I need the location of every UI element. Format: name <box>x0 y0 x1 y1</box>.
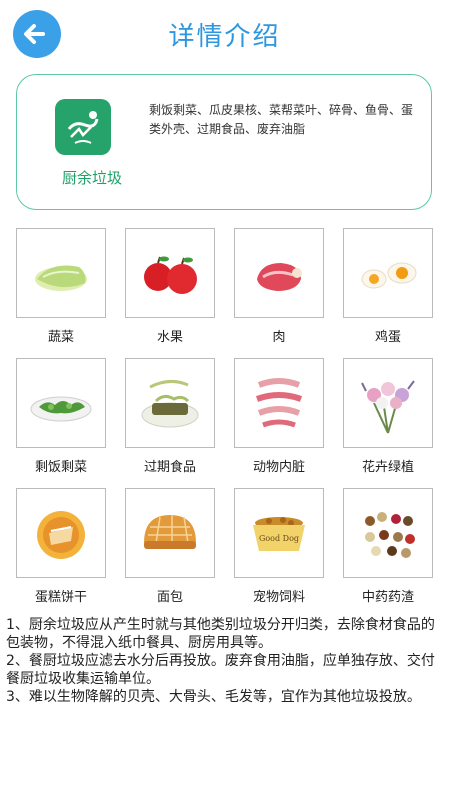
page-title: 详情介绍 <box>168 22 281 52</box>
note-3: 3、难以生物降解的贝壳、大骨头、毛发等，宜作为其他垃圾投放。 <box>6 689 421 705</box>
item-label: 剩饭剩菜 <box>34 460 87 475</box>
item-bread[interactable]: 面包 <box>125 488 215 605</box>
expired-food-icon <box>141 380 199 428</box>
category-name: 厨余垃圾 <box>61 169 122 187</box>
cake-icon <box>37 511 85 559</box>
apple-icon <box>144 256 197 294</box>
leftovers-icon <box>30 396 92 422</box>
pet-food-icon: Good Dog <box>253 517 305 551</box>
item-image: Good Dog <box>234 488 324 578</box>
pet-food-label: Good Dog <box>259 534 299 543</box>
egg-icon <box>361 262 417 289</box>
item-image <box>343 488 433 578</box>
item-label: 宠物饲料 <box>252 590 305 605</box>
note-2: 2、餐厨垃圾应滤去水分后再投放。废弃食用油脂，应单独存放、交付餐厨垃圾收集运输单… <box>6 653 435 687</box>
item-cake[interactable]: 蛋糕饼干 <box>16 488 106 605</box>
kitchen-waste-icon <box>55 99 111 155</box>
item-label: 蛋糕饼干 <box>34 590 87 605</box>
item-offal[interactable]: 动物内脏 <box>234 358 324 475</box>
item-label: 鸡蛋 <box>374 330 401 345</box>
flowers-icon <box>361 380 415 434</box>
item-image <box>16 488 106 578</box>
category-description: 剩饭剩菜、瓜皮果核、菜帮菜叶、碎骨、鱼骨、蛋类外壳、过期食品、废弃油脂 <box>149 103 414 136</box>
herbs-icon <box>365 512 415 558</box>
item-image <box>343 228 433 318</box>
item-leftovers[interactable]: 剩饭剩菜 <box>16 358 106 475</box>
header: 详情介绍 <box>0 0 449 66</box>
item-image <box>125 358 215 448</box>
item-label: 花卉绿植 <box>361 460 414 475</box>
item-image <box>16 358 106 448</box>
item-image <box>125 228 215 318</box>
item-fruit[interactable]: 水果 <box>125 228 215 345</box>
meat-icon <box>257 263 302 291</box>
item-label: 面包 <box>156 590 183 605</box>
item-meat[interactable]: 肉 <box>234 228 324 345</box>
item-label: 肉 <box>272 330 286 345</box>
item-label: 中药药渣 <box>361 590 414 605</box>
item-vegetables[interactable]: 蔬菜 <box>16 228 106 345</box>
item-expired-food[interactable]: 过期食品 <box>125 358 215 475</box>
cabbage-icon <box>35 265 87 291</box>
item-pet-food[interactable]: Good Dog 宠物饲料 <box>234 488 324 605</box>
item-image <box>343 358 433 448</box>
item-label: 蔬菜 <box>47 330 74 345</box>
note-1: 1、厨余垃圾应从产生时就与其他类别垃圾分开归类，去除食材食品的包装物，不得混入纸… <box>6 617 435 651</box>
bread-icon <box>144 515 196 549</box>
category-card: 厨余垃圾 剩饭剩菜、瓜皮果核、菜帮菜叶、碎骨、鱼骨、蛋类外壳、过期食品、废弃油脂 <box>16 74 432 210</box>
item-label: 过期食品 <box>143 460 196 475</box>
item-flowers[interactable]: 花卉绿植 <box>343 358 433 475</box>
item-image <box>125 488 215 578</box>
item-label: 动物内脏 <box>252 460 305 475</box>
item-image <box>16 228 106 318</box>
item-image <box>234 358 324 448</box>
item-egg[interactable]: 鸡蛋 <box>343 228 433 345</box>
item-herbs[interactable]: 中药药渣 <box>343 488 433 605</box>
disposal-notes: 1、厨余垃圾应从产生时就与其他类别垃圾分开归类，去除食材食品的包装物，不得混入纸… <box>6 616 438 706</box>
item-image <box>234 228 324 318</box>
offal-icon <box>255 378 303 428</box>
item-label: 水果 <box>156 330 183 345</box>
